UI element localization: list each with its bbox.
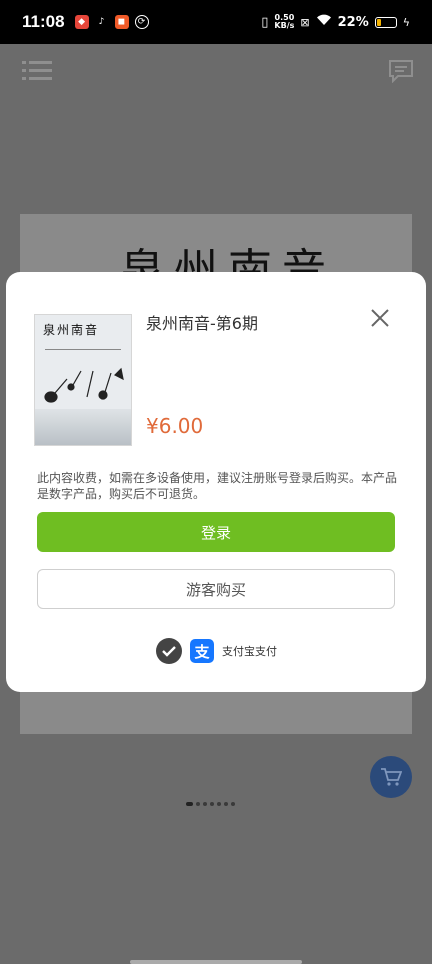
- comment-icon[interactable]: [388, 59, 414, 83]
- status-bar: 11:08 ◆ ♪ ◼ ⟳ ▯ 0.50 KB/s ⊠ 22% ϟ: [0, 0, 432, 44]
- charging-icon: ϟ: [402, 15, 410, 29]
- payment-method-row[interactable]: 支 支付宝支付: [156, 638, 277, 664]
- battery-percent: 22%: [337, 14, 369, 30]
- alipay-icon: 支: [190, 639, 214, 663]
- close-icon[interactable]: [368, 306, 392, 330]
- cart-button[interactable]: [370, 756, 412, 798]
- page-dot: [217, 802, 221, 806]
- page-dot: [196, 802, 200, 806]
- purchase-notice: 此内容收费，如需在多设备使用，建议注册账号登录后购买。本产品是数字产品，购买后不…: [37, 471, 398, 501]
- status-right: ▯ 0.50 KB/s ⊠ 22% ϟ: [261, 14, 410, 30]
- check-icon[interactable]: [156, 638, 182, 664]
- tiktok-icon: ♪: [94, 15, 109, 29]
- net-speed-unit: KB/s: [274, 21, 295, 30]
- cart-icon: [381, 768, 402, 786]
- nfc-icon: ⊠: [300, 15, 310, 29]
- page-dot: [224, 802, 228, 806]
- purchase-dialog: 泉州南音 泉州南音-第6期 ¥6.00 此内容收费，如需在多设备使用，建议注册账…: [6, 272, 426, 692]
- cover-city-scene: [35, 409, 131, 445]
- status-time: 11:08: [22, 12, 65, 31]
- login-button[interactable]: 登录: [37, 512, 395, 552]
- product-price: ¥6.00: [146, 414, 204, 438]
- cover-title: 泉州南音: [43, 323, 100, 337]
- status-app-icons: ◆ ♪ ◼ ⟳: [74, 15, 149, 29]
- app-notification-icon-3: ⟳: [134, 15, 149, 29]
- page-dot: [231, 802, 235, 806]
- page-dot: [203, 802, 207, 806]
- page-indicator: [186, 802, 235, 806]
- product-cover-image: 泉州南音: [34, 314, 132, 446]
- app-notification-icon: ◆: [74, 15, 89, 29]
- payment-method-label: 支付宝支付: [222, 645, 277, 658]
- menu-list-icon[interactable]: [22, 60, 52, 82]
- cover-divider: [45, 349, 121, 350]
- home-indicator: [130, 960, 302, 964]
- instruments-illustration: [44, 367, 124, 403]
- page-dot: [210, 802, 214, 806]
- guest-purchase-button[interactable]: 游客购买: [37, 569, 395, 609]
- vibrate-icon: ▯: [261, 14, 269, 30]
- app-notification-icon-2: ◼: [114, 15, 129, 29]
- battery-icon: [374, 16, 397, 28]
- product-title: 泉州南音-第6期: [146, 314, 258, 333]
- page-dot-active: [186, 802, 193, 806]
- net-speed: 0.50 KB/s: [274, 14, 294, 30]
- wifi-icon: [316, 14, 332, 30]
